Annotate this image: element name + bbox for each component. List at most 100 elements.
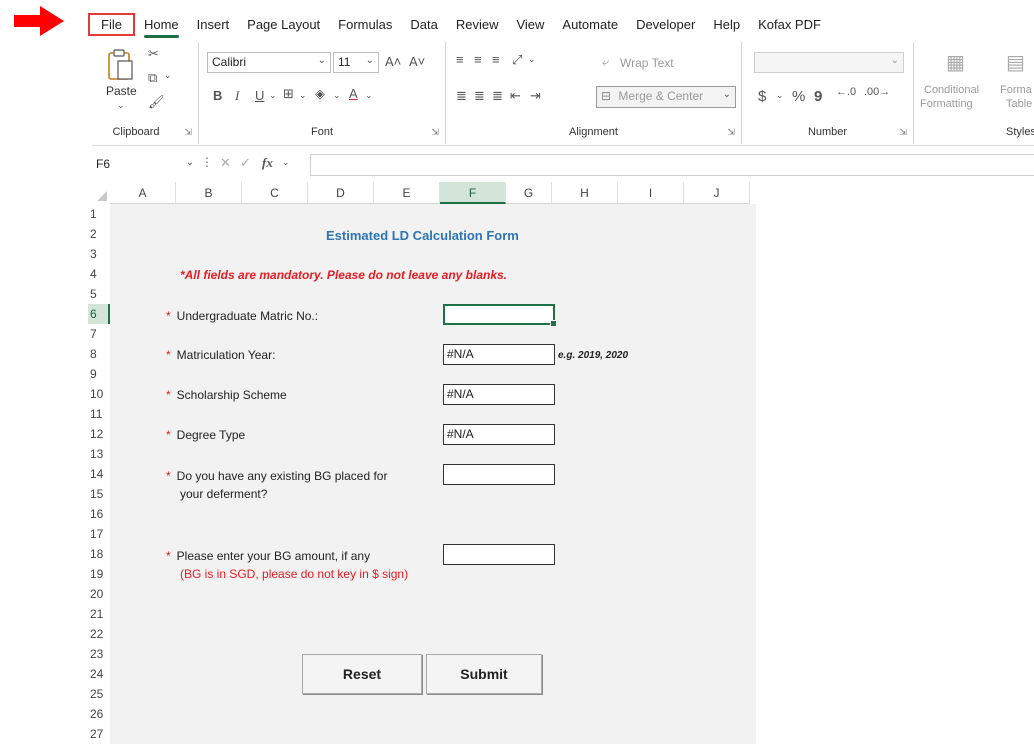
increase-indent-icon[interactable]: ⇥ [530, 88, 541, 104]
column-header-a[interactable]: A [110, 182, 176, 204]
increase-decimal-icon[interactable]: ←.0 [836, 86, 856, 98]
tab-insert[interactable]: Insert [188, 14, 239, 35]
tab-help[interactable]: Help [704, 14, 749, 35]
row-header-14[interactable]: 14 [88, 464, 110, 484]
format-as-table-button-line2[interactable]: Table [1006, 98, 1032, 110]
row-header-18[interactable]: 18 [88, 544, 110, 564]
align-middle-icon[interactable]: ≡ [474, 52, 482, 67]
wrap-text-icon[interactable]: ⤶ [602, 54, 609, 70]
font-color-chevron-icon[interactable]: ⌄ [365, 90, 373, 101]
merge-center-button[interactable]: ⊟ Merge & Center ⌄ [596, 86, 736, 108]
column-header-g[interactable]: G [506, 182, 552, 204]
conditional-formatting-button-line2[interactable]: Formatting [920, 98, 973, 110]
bg-existing-input[interactable] [443, 464, 555, 485]
tab-kofax-pdf[interactable]: Kofax PDF [749, 14, 830, 35]
align-bottom-icon[interactable]: ≡ [492, 52, 500, 67]
font-color-icon[interactable]: A [349, 86, 358, 101]
font-launcher-icon[interactable]: ⇲ [431, 127, 439, 138]
clipboard-launcher-icon[interactable]: ⇲ [184, 127, 192, 138]
conditional-formatting-button[interactable]: Conditional [924, 84, 979, 96]
column-header-j[interactable]: J [684, 182, 750, 204]
conditional-formatting-icon[interactable]: ▦ [946, 50, 965, 75]
row-header-11[interactable]: 11 [88, 404, 110, 424]
tab-automate[interactable]: Automate [553, 14, 627, 35]
row-header-6[interactable]: 6 [88, 304, 110, 324]
orientation-chevron-icon[interactable]: ⌄ [528, 54, 536, 65]
wrap-text-button[interactable]: Wrap Text [620, 56, 674, 70]
currency-icon[interactable]: $ [758, 88, 766, 105]
insert-function-chevron-icon[interactable]: ⌄ [282, 157, 290, 168]
percent-icon[interactable]: % [792, 88, 805, 105]
italic-icon[interactable]: I [235, 88, 239, 104]
matric-input[interactable] [443, 304, 557, 327]
row-header-7[interactable]: 7 [88, 324, 110, 344]
column-header-d[interactable]: D [308, 182, 374, 204]
column-header-h[interactable]: H [552, 182, 618, 204]
row-header-4[interactable]: 4 [88, 264, 110, 284]
row-header-19[interactable]: 19 [88, 564, 110, 584]
alignment-launcher-icon[interactable]: ⇲ [727, 127, 735, 138]
tab-home[interactable]: Home [135, 14, 188, 38]
scheme-input[interactable]: #N/A [443, 384, 555, 405]
align-right-icon[interactable]: ≣ [492, 88, 503, 104]
align-center-icon[interactable]: ≣ [474, 88, 485, 104]
fill-color-icon[interactable]: ◈ [315, 86, 325, 102]
font-name-dropdown[interactable]: Calibri ⌄ [207, 52, 331, 73]
name-box[interactable]: F6 ⌄ [94, 154, 194, 176]
bold-icon[interactable]: B [213, 88, 222, 103]
column-header-b[interactable]: B [176, 182, 242, 204]
tab-page-layout[interactable]: Page Layout [238, 14, 329, 35]
borders-chevron-icon[interactable]: ⌄ [299, 90, 307, 101]
underline-chevron-icon[interactable]: ⌄ [269, 90, 277, 101]
tab-developer[interactable]: Developer [627, 14, 704, 35]
row-header-10[interactable]: 10 [88, 384, 110, 404]
row-header-24[interactable]: 24 [88, 664, 110, 684]
column-header-f[interactable]: F [440, 182, 506, 204]
cut-icon[interactable]: ✂ [148, 46, 159, 62]
copy-icon[interactable]: ⧉ [148, 70, 157, 86]
tab-file[interactable]: File [88, 12, 135, 36]
underline-icon[interactable]: U [255, 88, 264, 103]
decrease-font-icon[interactable]: A˅ [409, 54, 425, 69]
degree-input[interactable]: #N/A [443, 424, 555, 445]
column-header-i[interactable]: I [618, 182, 684, 204]
paste-icon[interactable] [106, 48, 136, 82]
increase-font-icon[interactable]: A˄ [385, 54, 401, 69]
row-header-1[interactable]: 1 [88, 204, 110, 224]
tab-review[interactable]: Review [447, 14, 508, 35]
copy-chevron-icon[interactable]: ⌄ [164, 70, 172, 81]
more-options-icon[interactable]: ⋮ [201, 155, 213, 169]
row-header-2[interactable]: 2 [88, 224, 110, 244]
formula-input[interactable] [310, 154, 1034, 176]
bg-amount-input[interactable] [443, 544, 555, 565]
paste-chevron-icon[interactable]: ⌄ [117, 100, 125, 111]
row-header-27[interactable]: 27 [88, 724, 110, 744]
row-header-22[interactable]: 22 [88, 624, 110, 644]
row-header-15[interactable]: 15 [88, 484, 110, 504]
format-painter-icon[interactable]: 🖌 [148, 94, 165, 110]
font-size-dropdown[interactable]: 11 ⌄ [333, 52, 379, 73]
year-input[interactable]: #N/A [443, 344, 555, 365]
row-header-23[interactable]: 23 [88, 644, 110, 664]
row-header-17[interactable]: 17 [88, 524, 110, 544]
insert-function-icon[interactable]: fx [262, 155, 273, 171]
select-all-corner[interactable] [88, 182, 110, 204]
format-as-table-button[interactable]: Forma [1000, 84, 1032, 96]
decrease-indent-icon[interactable]: ⇤ [510, 88, 521, 104]
currency-chevron-icon[interactable]: ⌄ [776, 90, 784, 101]
borders-icon[interactable]: ⊞ [283, 86, 294, 102]
row-header-3[interactable]: 3 [88, 244, 110, 264]
number-launcher-icon[interactable]: ⇲ [899, 127, 907, 138]
row-header-13[interactable]: 13 [88, 444, 110, 464]
cancel-entry-icon[interactable]: ✕ [220, 155, 231, 171]
fill-color-chevron-icon[interactable]: ⌄ [333, 90, 341, 101]
paste-button[interactable]: Paste [106, 84, 137, 98]
row-header-12[interactable]: 12 [88, 424, 110, 444]
row-header-26[interactable]: 26 [88, 704, 110, 724]
row-header-21[interactable]: 21 [88, 604, 110, 624]
tab-data[interactable]: Data [401, 14, 446, 35]
decrease-decimal-icon[interactable]: .00→ [864, 86, 890, 98]
orientation-icon[interactable]: ⤢ [512, 52, 522, 68]
row-header-5[interactable]: 5 [88, 284, 110, 304]
row-header-16[interactable]: 16 [88, 504, 110, 524]
